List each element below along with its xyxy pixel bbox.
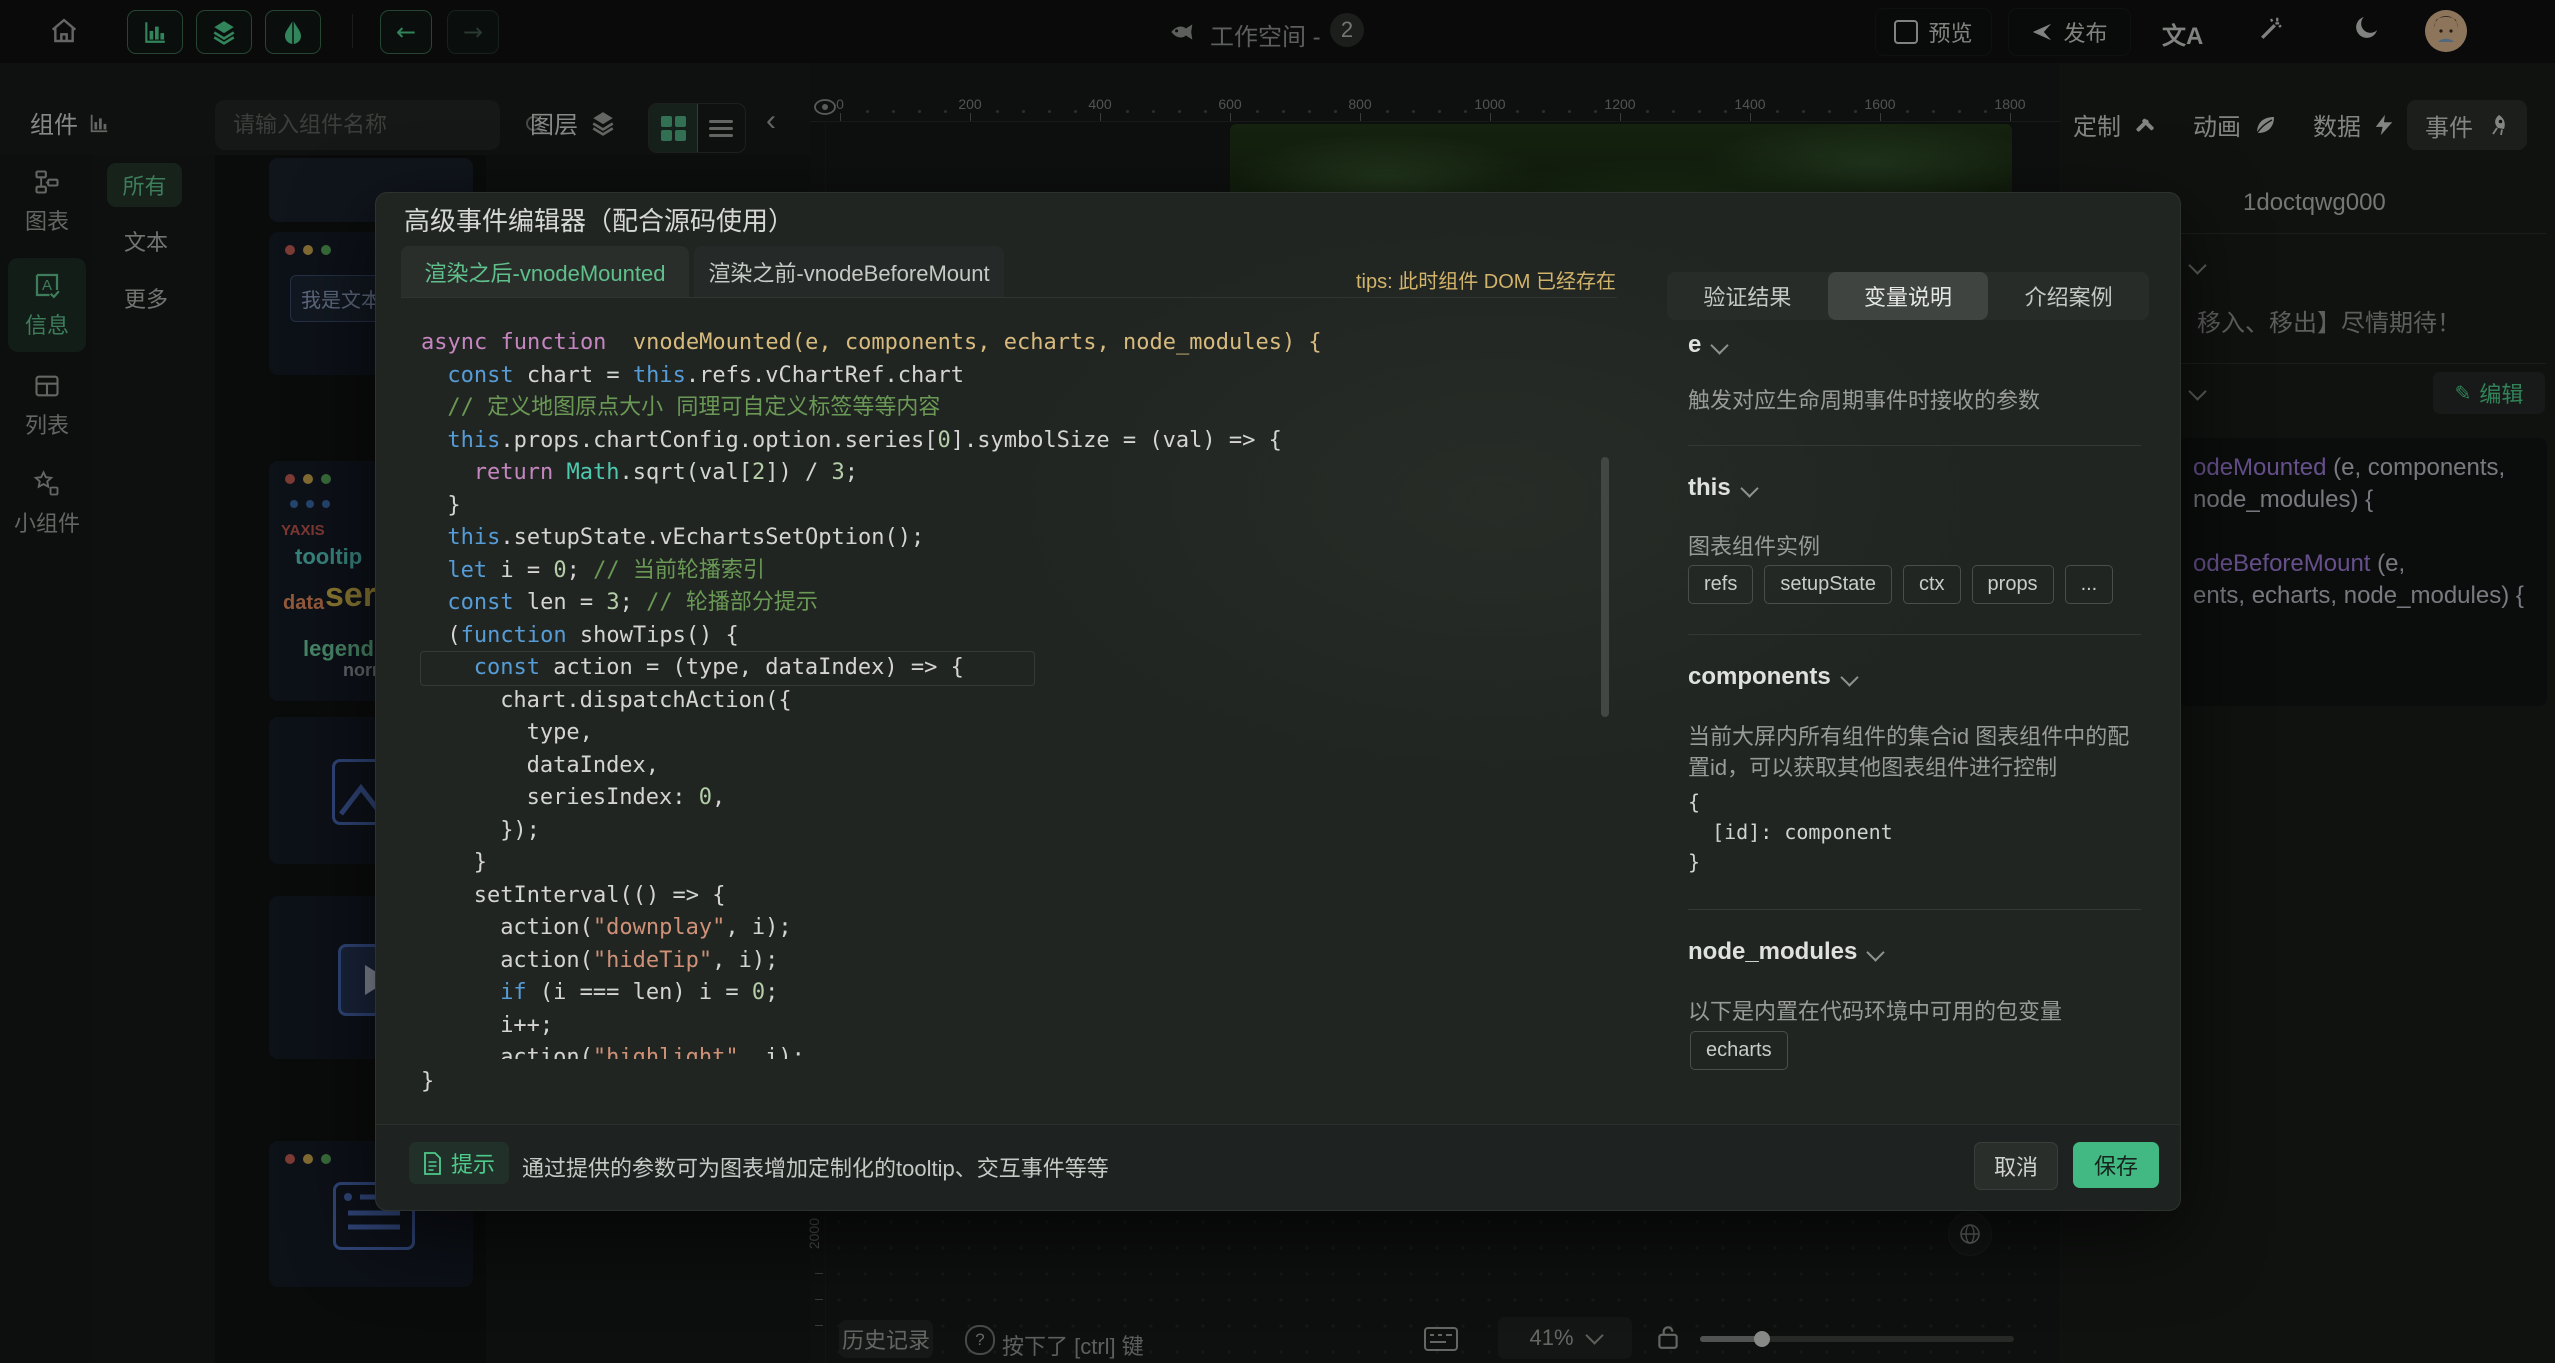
tip-badge: 提示 [409, 1142, 509, 1184]
doc-name-text: this [1688, 474, 1731, 502]
code-line[interactable]: this.props.chartConfig.option.series[0].… [421, 425, 1617, 458]
chevron-down-icon [1711, 336, 1729, 354]
doc-desc: 图表组件实例 [1688, 531, 1820, 562]
doc-chip: setupState [1764, 565, 1892, 604]
tab-intro-examples[interactable]: 介绍案例 [1988, 272, 2149, 320]
code-line[interactable]: return Math.sqrt(val[2]) / 3; [421, 457, 1617, 490]
tip-label: 提示 [451, 1147, 495, 1179]
chevron-down-icon [1740, 479, 1758, 497]
doc-section-node-modules[interactable]: node_modules [1688, 938, 1882, 966]
doc-chip: refs [1688, 565, 1753, 604]
doc-name-text: e [1688, 331, 1701, 359]
doc-chip: ctx [1903, 565, 1961, 604]
code-line[interactable]: action("downplay", i); [421, 912, 1617, 945]
chevron-down-icon [1840, 668, 1858, 686]
document-icon [423, 1152, 442, 1175]
doc-chip: ... [2065, 565, 2114, 604]
code-line[interactable]: const len = 3; // 轮播部分提示 [421, 587, 1617, 620]
doc-desc: 当前大屏内所有组件的集合id 图表组件中的配置id，可以获取其他图表组件进行控制 [1688, 721, 2140, 783]
chevron-down-icon [1867, 943, 1885, 961]
divider [1688, 634, 2141, 635]
cancel-button[interactable]: 取消 [1974, 1142, 2058, 1190]
code-line[interactable]: (function showTips() { [421, 620, 1617, 653]
code-line[interactable]: action("highlight", i); [421, 1042, 1617, 1059]
tab-underline [401, 297, 1617, 298]
code-line[interactable]: let i = 0; // 当前轮播索引 [421, 555, 1617, 588]
code-editor[interactable]: async function vnodeMounted(e, component… [399, 319, 1617, 1059]
doc-code-line: { [1688, 787, 1700, 817]
doc-code-line: [id]: component [1688, 817, 1893, 847]
code-line[interactable]: this.setupState.vEchartsSetOption(); [421, 522, 1617, 555]
divider [1688, 445, 2141, 446]
code-line[interactable]: dataIndex, [421, 750, 1617, 783]
app-window: ← → 工作空间 - 2 预览 发布 文A 组件 [0, 0, 2555, 1363]
tab-vnode-mounted[interactable]: 渲染之后-vnodeMounted [401, 246, 689, 297]
advanced-event-editor-modal: 高级事件编辑器（配合源码使用） 渲染之后-vnodeMounted 渲染之前-v… [375, 192, 2181, 1211]
code-line[interactable]: const action = (type, dataIndex) => { [421, 652, 1034, 685]
code-line[interactable]: if (i === len) i = 0; [421, 977, 1617, 1010]
tips-text: tips: 此时组件 DOM 已经存在 [1316, 265, 1616, 294]
code-line[interactable]: type, [421, 717, 1617, 750]
code-line[interactable]: // 定义地图原点大小 同理可自定义标签等等内容 [421, 392, 1617, 425]
code-line[interactable]: action("hideTip", i); [421, 945, 1617, 978]
code-last-line: } [421, 1069, 434, 1094]
modal-footer: 提示 通过提供的参数可为图表增加定制化的tooltip、交互事件等等 取消 保存 [376, 1124, 2180, 1210]
editor-scrollbar[interactable] [1601, 457, 1609, 717]
this-chips: refs setupState ctx props... [1688, 565, 2113, 604]
tab-variable-docs[interactable]: 变量说明 [1828, 272, 1989, 320]
code-line[interactable]: seriesIndex: 0, [421, 782, 1617, 815]
doc-desc: 以下是内置在代码环境中可用的包变量 [1688, 996, 2062, 1027]
code-line[interactable]: chart.dispatchAction({ [421, 685, 1617, 718]
code-line[interactable]: i++; [421, 1010, 1617, 1043]
doc-panel-tabs: 验证结果 变量说明 介绍案例 [1667, 272, 2149, 320]
tip-text: 通过提供的参数可为图表增加定制化的tooltip、交互事件等等 [522, 1151, 1109, 1183]
doc-name-text: components [1688, 663, 1831, 691]
node-modules-chips: echarts [1690, 1031, 1788, 1070]
doc-section-this[interactable]: this [1688, 474, 1756, 502]
tab-validation-result[interactable]: 验证结果 [1667, 272, 1828, 320]
code-line[interactable]: } [421, 847, 1617, 880]
code-line[interactable]: const chart = this.refs.vChartRef.chart [421, 360, 1617, 393]
modal-title: 高级事件编辑器（配合源码使用） [404, 201, 794, 238]
divider [1688, 909, 2141, 910]
doc-section-components[interactable]: components [1688, 663, 1856, 691]
doc-desc: 触发对应生命周期事件时接收的参数 [1688, 385, 2040, 416]
doc-name-text: node_modules [1688, 938, 1857, 966]
code-line[interactable]: }); [421, 815, 1617, 848]
code-line[interactable]: } [421, 490, 1617, 523]
doc-code-line: } [1688, 847, 1700, 877]
code-line[interactable]: async function vnodeMounted(e, component… [421, 327, 1617, 360]
code-line[interactable]: setInterval(() => { [421, 880, 1617, 913]
doc-section-e[interactable]: e [1688, 331, 1726, 359]
tab-vnode-before-mount[interactable]: 渲染之前-vnodeBeforeMount [694, 246, 1004, 297]
doc-chip: echarts [1690, 1031, 1788, 1070]
doc-chip: props [1972, 565, 2054, 604]
save-button[interactable]: 保存 [2073, 1142, 2159, 1188]
